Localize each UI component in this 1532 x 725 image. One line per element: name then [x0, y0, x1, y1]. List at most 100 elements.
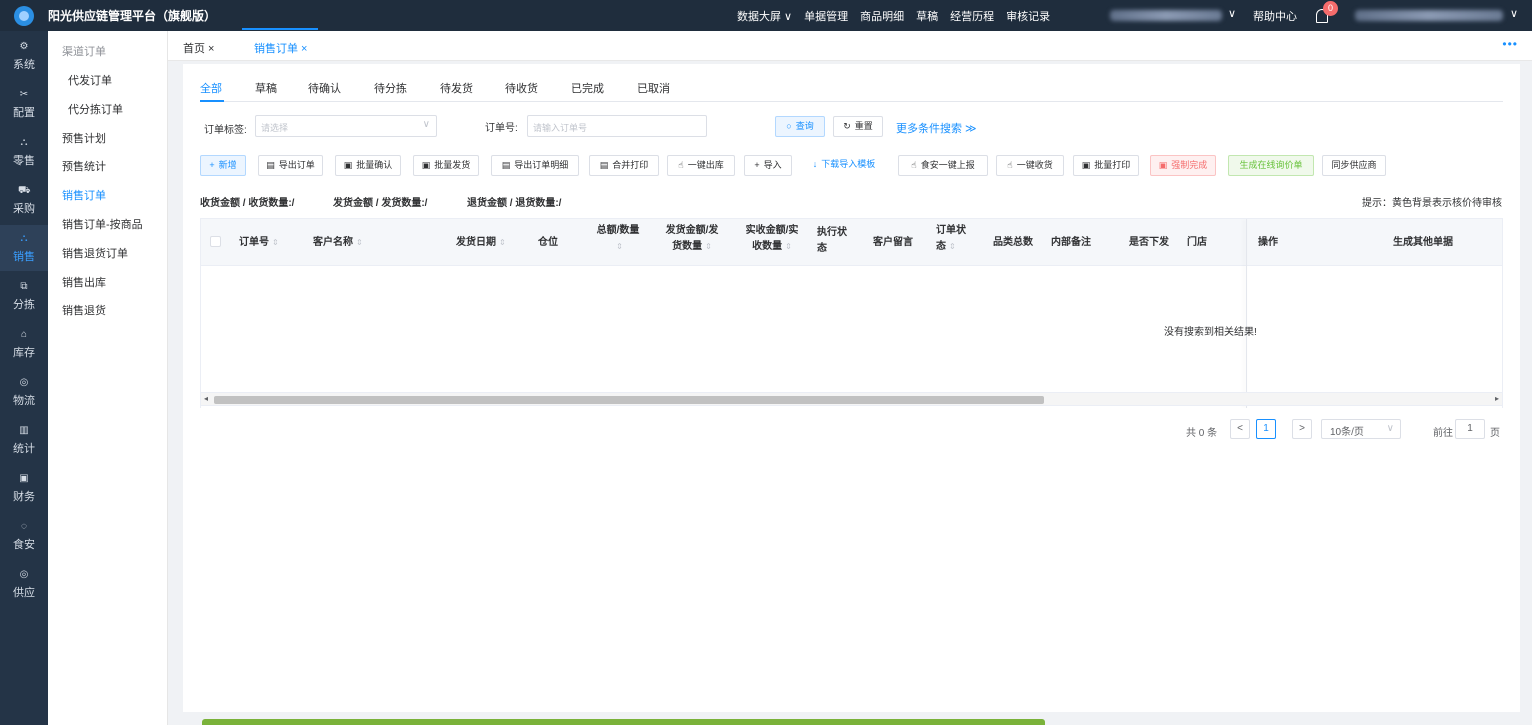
sort-icon[interactable]: ⇕ [785, 242, 792, 251]
page-size-select[interactable]: 10条/页 ∨ [1321, 419, 1401, 439]
status-tab-pending-ship[interactable]: 待发货 [440, 80, 473, 96]
tab-sales-orders[interactable]: 销售订单 × [254, 40, 307, 56]
rail-finance[interactable]: ▣ 财务 [0, 465, 48, 511]
column-header: 品类总数 [993, 237, 1033, 248]
sync-supplier-button[interactable]: 同步供应商 [1322, 155, 1386, 176]
rail-sales[interactable]: ⛬ 销售 [0, 225, 48, 271]
rail-retail[interactable]: ⛬ 零售 [0, 129, 48, 175]
food-safety-report-button[interactable]: ☝ 食安一键上报 [898, 155, 988, 176]
page-number-button[interactable]: 1 [1256, 419, 1276, 439]
status-tab-all[interactable]: 全部 [200, 80, 222, 96]
rail-purchase[interactable]: ⛟ 采购 [0, 177, 48, 223]
rail-statistics[interactable]: ▥ 统计 [0, 417, 48, 463]
horizontal-scrollbar[interactable]: ◂ ▸ [200, 392, 1503, 406]
status-tab-pending-receive[interactable]: 待收货 [505, 80, 538, 96]
one-click-receive-button[interactable]: ☝ 一键收货 [996, 155, 1064, 176]
rail-supply[interactable]: ◎ 供应 [0, 561, 48, 607]
column-header[interactable]: 发货金额/发货数量 ⇕ [661, 223, 723, 255]
pagination-total: 共 0 条 [1186, 428, 1218, 439]
select-all-checkbox[interactable] [210, 236, 221, 247]
status-tab-indicator [200, 100, 224, 102]
order-number-input[interactable]: 请输入订单号 [527, 115, 707, 137]
status-tab-draft[interactable]: 草稿 [255, 80, 277, 96]
scrollbar-thumb[interactable] [214, 396, 1044, 404]
force-icon: ▣ [1158, 160, 1168, 170]
order-tag-label: 订单标签: [204, 125, 247, 136]
rail-food-safety[interactable]: ◌ 食安 [0, 513, 48, 559]
generate-inquiry-button[interactable]: 生成在线询价单 [1228, 155, 1314, 176]
top-nav: 数据大屏 ∨ 单据管理 商品明细 草稿 经营历程 审核记录 [737, 0, 1062, 31]
chevron-down-icon[interactable]: ∨ [1228, 7, 1236, 20]
column-header[interactable]: 订单状态 ⇕ [936, 223, 968, 255]
ledger-icon: ▣ [19, 473, 29, 484]
download-template-button[interactable]: ↓ 下载导入模板 [803, 155, 885, 176]
one-click-outbound-button[interactable]: ☝ 一键出库 [667, 155, 735, 176]
rail-inventory[interactable]: ⌂ 库存 [0, 321, 48, 367]
status-tab-cancelled[interactable]: 已取消 [637, 80, 670, 96]
query-button[interactable]: ○ 查询 [775, 116, 825, 137]
sort-icon[interactable]: ⇕ [499, 238, 506, 247]
app-title: 阳光供应链管理平台（旗舰版） [48, 9, 217, 23]
rail-system[interactable]: ⚙ 系统 [0, 33, 48, 79]
column-header[interactable]: 客户名称 ⇕ [313, 235, 363, 251]
more-filters-link[interactable]: 更多条件搜索 ≫ [896, 120, 977, 136]
top-bar: 阳光供应链管理平台（旗舰版） 数据大屏 ∨ 单据管理 商品明细 草稿 经营历程 … [0, 0, 1532, 31]
batch-ship-button[interactable]: ▣ 批量发货 [413, 155, 479, 176]
submenu-presale-plan[interactable]: 预售计划 [62, 130, 106, 146]
submenu-sales-outbound[interactable]: 销售出库 [62, 274, 106, 290]
column-header[interactable]: 总额/数量 ⇕ [593, 223, 643, 255]
batch-confirm-button[interactable]: ▣ 批量确认 [335, 155, 401, 176]
rail-logistics[interactable]: ◎ 物流 [0, 369, 48, 415]
rail-sorting[interactable]: ⧉ 分拣 [0, 273, 48, 319]
sort-icon[interactable]: ⇕ [616, 242, 623, 251]
hand-icon: ☝ [911, 160, 917, 170]
export-order-detail-button[interactable]: ▤ 导出订单明细 [491, 155, 579, 176]
submenu-sales-orders-by-product[interactable]: 销售订单-按商品 [62, 216, 143, 232]
order-tag-select[interactable]: 请选择 ∨ [255, 115, 437, 137]
column-header: 生成其他单据 [1393, 237, 1453, 248]
help-center-link[interactable]: 帮助中心 [1253, 8, 1297, 24]
nav-product-detail[interactable]: 商品明细 [860, 8, 904, 24]
merge-print-button[interactable]: ▤ 合并打印 [589, 155, 659, 176]
nav-drafts[interactable]: 草稿 [916, 8, 938, 24]
submenu-channel-orders[interactable]: 渠道订单 [62, 43, 106, 59]
add-button[interactable]: + 新增 [200, 155, 246, 176]
scroll-right-icon[interactable]: ▸ [1495, 393, 1499, 405]
rail-config[interactable]: ✂ 配置 [0, 81, 48, 127]
sort-icon[interactable]: ⇕ [356, 238, 363, 247]
submenu-sales-returns[interactable]: 销售退货 [62, 302, 106, 318]
sort-icon[interactable]: ⇕ [949, 242, 956, 251]
status-tab-pending-confirm[interactable]: 待确认 [308, 80, 341, 96]
sort-icon[interactable]: ⇕ [705, 242, 712, 251]
more-icon[interactable]: ••• [1502, 37, 1518, 51]
submenu-presale-stats[interactable]: 预售统计 [62, 158, 106, 174]
import-button[interactable]: + 导入 [744, 155, 792, 176]
submenu-dropship-orders[interactable]: 代发订单 [68, 72, 112, 88]
nav-documents[interactable]: 单据管理 [804, 8, 848, 24]
submenu-sales-orders[interactable]: 销售订单 [62, 187, 106, 203]
reset-button[interactable]: ↻ 重置 [833, 116, 883, 137]
tab-home[interactable]: 首页 × [183, 40, 214, 56]
submenu-sorting-orders[interactable]: 代分拣订单 [68, 101, 123, 117]
column-header[interactable]: 发货日期 ⇕ [456, 235, 506, 251]
next-page-button[interactable]: > [1292, 419, 1312, 439]
status-tab-completed[interactable]: 已完成 [571, 80, 604, 96]
column-header[interactable]: 订单号 ⇕ [239, 235, 279, 251]
goto-page-input[interactable]: 1 [1455, 419, 1485, 439]
sort-icon[interactable]: ⇕ [272, 238, 279, 247]
batch-print-button[interactable]: ▣ 批量打印 [1073, 155, 1139, 176]
scroll-left-icon[interactable]: ◂ [204, 393, 208, 405]
submenu-sales-return-orders[interactable]: 销售退货订单 [62, 245, 128, 261]
nav-history[interactable]: 经营历程 [950, 8, 994, 24]
org-selector[interactable] [1110, 10, 1222, 21]
column-header[interactable]: 实收金额/实收数量 ⇕ [741, 223, 803, 255]
status-tab-pending-sort[interactable]: 待分拣 [374, 80, 407, 96]
prev-page-button[interactable]: < [1230, 419, 1250, 439]
user-menu[interactable] [1355, 10, 1503, 21]
force-complete-button[interactable]: ▣ 强制完成 [1150, 155, 1216, 176]
truck-icon: ◎ [19, 377, 29, 388]
nav-audit-log[interactable]: 审核记录 [1006, 8, 1050, 24]
export-orders-button[interactable]: ▤ 导出订单 [258, 155, 323, 176]
nav-data-screen[interactable]: 数据大屏 ∨ [737, 8, 792, 24]
chevron-down-icon[interactable]: ∨ [1510, 7, 1518, 20]
